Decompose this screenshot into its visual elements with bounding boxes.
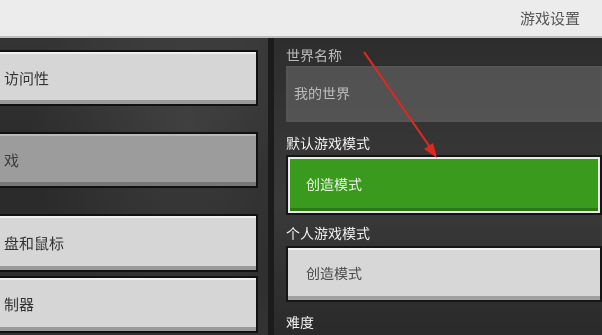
world-name-value: 我的世界 xyxy=(294,87,350,103)
difficulty-label: 难度 xyxy=(286,316,314,332)
personal-game-mode-value: 创造模式 xyxy=(306,267,362,283)
title-bar: 游戏设置 xyxy=(0,0,602,38)
sidebar-item-game[interactable]: 戏 xyxy=(0,132,258,188)
sidebar-item-label: 戏 xyxy=(4,151,20,170)
sidebar-item-accessibility[interactable]: 访问性 xyxy=(0,50,258,106)
default-game-mode-value: 创造模式 xyxy=(306,178,362,194)
personal-game-mode-label: 个人游戏模式 xyxy=(286,227,370,243)
sidebar-item-label: 盘和鼠标 xyxy=(4,234,65,253)
sidebar-item-label: 访问性 xyxy=(4,69,50,88)
default-game-mode-label: 默认游戏模式 xyxy=(286,137,370,153)
personal-game-mode-dropdown[interactable]: 创造模式 xyxy=(286,246,602,302)
world-name-input[interactable]: 我的世界 xyxy=(286,66,602,122)
world-name-label: 世界名称 xyxy=(286,49,342,65)
page-title: 游戏设置 xyxy=(519,10,580,28)
sidebar-item-label: 制器 xyxy=(4,296,35,314)
default-game-mode-dropdown[interactable]: 创造模式 xyxy=(286,155,602,215)
sidebar-item-keyboard-mouse[interactable]: 盘和鼠标 xyxy=(0,214,258,272)
sidebar-item-controller[interactable]: 制器 xyxy=(0,276,258,333)
